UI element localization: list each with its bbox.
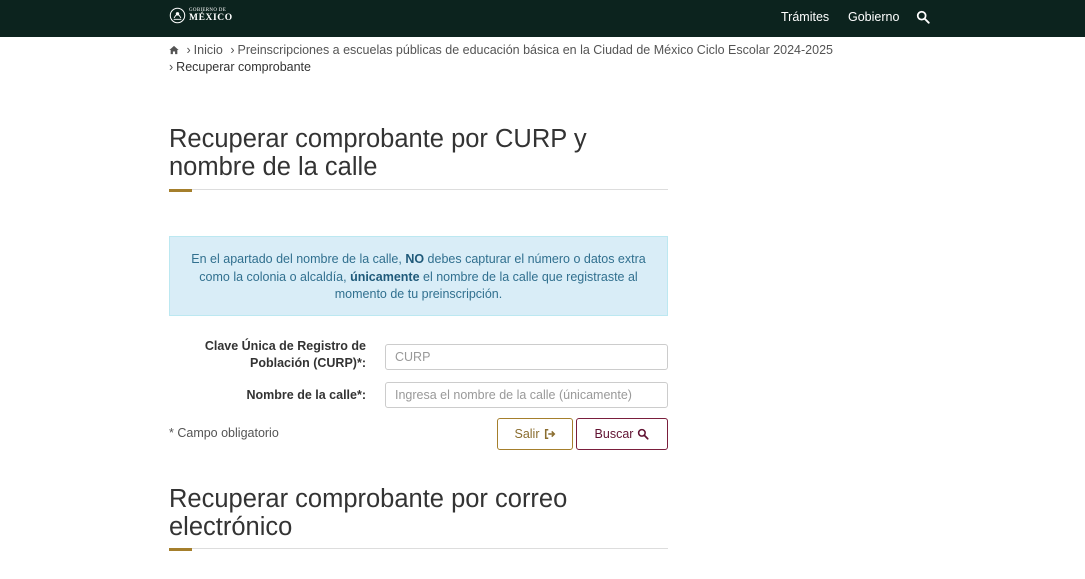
alert-bold-no: NO	[405, 252, 425, 266]
curp-label: Clave Única de Registro de Población (CU…	[205, 338, 366, 372]
breadcrumb-separator: ›	[186, 43, 191, 57]
curp-input[interactable]	[385, 344, 668, 370]
required-field-note: * Campo obligatorio	[169, 426, 279, 440]
section-title-line: Recuperar comprobante por CURP y	[169, 125, 587, 153]
section-title-line: Recuperar comprobante por correo	[169, 485, 568, 513]
search-button-label: Buscar	[594, 427, 634, 441]
street-label: Nombre de la calle*:	[246, 388, 367, 402]
section-title-line: nombre de la calle	[169, 153, 378, 181]
title-accent-bar	[169, 548, 192, 551]
title-divider	[192, 189, 668, 190]
title-divider	[192, 548, 668, 549]
breadcrumb-inicio-link[interactable]: Inicio	[194, 43, 223, 57]
breadcrumb-separator: ›	[169, 60, 174, 74]
gobierno-de-mexico-logo[interactable]: GOBIERNO DE MÉXICO	[169, 7, 233, 24]
street-name-input[interactable]	[385, 382, 668, 408]
search-button[interactable]: Buscar	[576, 418, 668, 450]
alert-bold-unicamente: únicamente	[350, 269, 420, 284]
logo-text-bottom: MÉXICO	[189, 12, 233, 23]
home-icon[interactable]	[169, 45, 179, 55]
sign-out-icon	[544, 428, 555, 440]
alert-text: En el apartado del nombre de la calle,	[191, 252, 406, 266]
search-icon[interactable]	[916, 10, 930, 24]
breadcrumb: › Inicio › Preinscripciones a escuelas púb…	[169, 42, 889, 76]
logo-text-top: GOBIERNO DE	[189, 7, 227, 13]
exit-button-label: Salir	[514, 427, 540, 441]
info-alert: En el apartado del nombre de la calle, N…	[169, 236, 668, 316]
top-navbar: GOBIERNO DE MÉXICO Trámites Gobierno	[0, 0, 1085, 37]
title-accent-bar	[169, 189, 192, 192]
section-title-curp-street: Recuperar comprobante por CURP y nombre …	[169, 125, 689, 181]
section-title-line: electrónico	[169, 513, 293, 541]
exit-button[interactable]: Salir	[497, 418, 573, 450]
breadcrumb-separator: ›	[230, 43, 235, 57]
search-icon	[638, 428, 650, 440]
section-title-email: Recuperar comprobante por correo electró…	[169, 485, 689, 541]
nav-gobierno-link[interactable]: Gobierno	[848, 10, 899, 24]
nav-tramites-link[interactable]: Trámites	[781, 10, 829, 24]
national-emblem-icon	[169, 7, 186, 24]
breadcrumb-preinscripciones-link[interactable]: Preinscripciones a escuelas públicas de …	[238, 43, 833, 57]
curp-label-line: Clave Única de Registro de	[204, 339, 366, 353]
breadcrumb-current: Recuperar comprobante	[176, 60, 311, 74]
curp-label-line: Población (CURP)*:	[250, 356, 366, 370]
